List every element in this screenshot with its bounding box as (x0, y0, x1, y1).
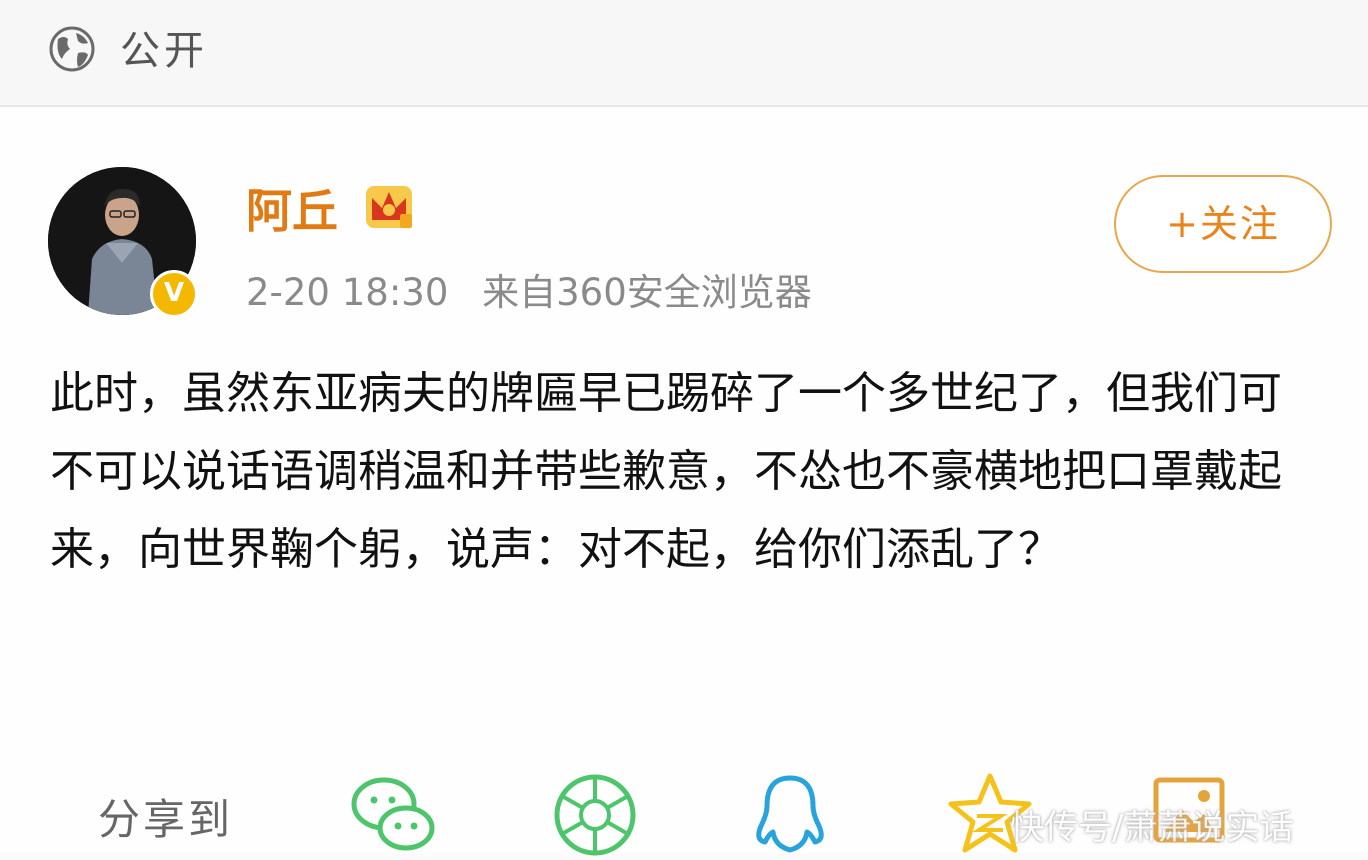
watermark: 快传号/萧萧说实话 (1010, 808, 1294, 848)
visibility-label: 公开 (120, 28, 208, 74)
post-source[interactable]: 来自360安全浏览器 (482, 271, 812, 314)
post-meta: 2-20 18:30 来自360安全浏览器 (246, 262, 834, 316)
verified-badge: V (150, 270, 198, 318)
moments-icon[interactable] (550, 770, 640, 860)
author-name[interactable]: 阿丘 (246, 175, 338, 241)
share-label: 分享到 (98, 795, 234, 844)
qq-icon[interactable] (745, 770, 835, 860)
globe-icon (49, 26, 95, 72)
post-content: 此时，虽然东亚病夫的牌匾早已踢碎了一个多世纪了，但我们可不可以说话语调稍温和并带… (50, 368, 1282, 575)
wechat-icon[interactable] (348, 770, 438, 860)
follow-button[interactable]: +关注 (1114, 175, 1332, 273)
crown-icon (366, 186, 412, 228)
visibility-bar: 公开 (0, 0, 1368, 107)
post-timestamp: 2-20 18:30 (246, 271, 449, 314)
